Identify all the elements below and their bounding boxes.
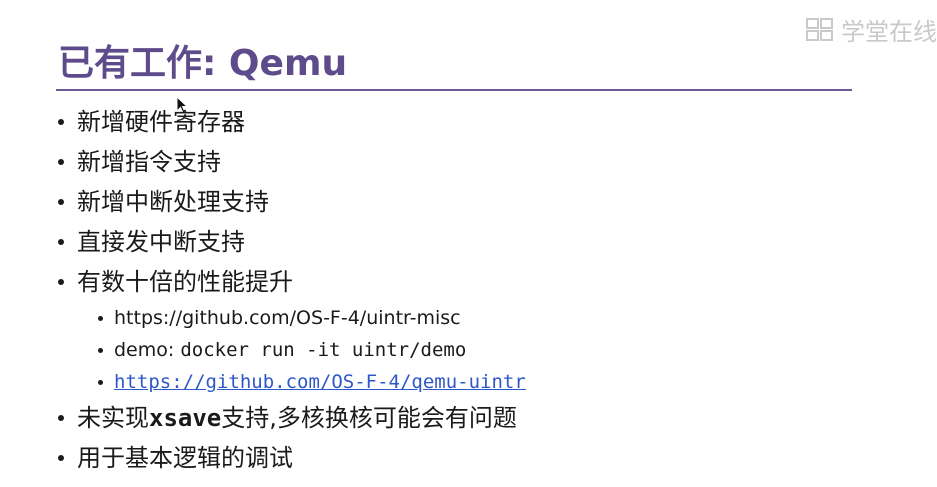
bullet-dot [98, 380, 103, 385]
bullet-list: 新增硬件寄存器 新增指令支持 新增中断处理支持 直接发中断支持 有数十倍的性能提… [56, 102, 526, 478]
bullet-text: 新增硬件寄存器 [77, 108, 245, 136]
bullet-text-part: 支持,多核换核可能会有问题 [221, 404, 517, 432]
bullet-item: 新增指令支持 [56, 142, 526, 182]
bullet-dot [58, 159, 64, 165]
bullet-text: 用于基本逻辑的调试 [77, 444, 293, 472]
bullet-text: 新增指令支持 [77, 148, 221, 176]
watermark: 学堂在线 [805, 12, 937, 47]
bullet-dot [58, 199, 64, 205]
xuetangx-logo-icon [806, 17, 833, 41]
title-underline [56, 89, 852, 91]
bullet-dot [58, 119, 64, 125]
demo-command: docker run -it uintr/demo [180, 339, 467, 361]
slide-title: 已有工作: Qemu [58, 43, 348, 84]
bullet-text: 新增中断处理支持 [77, 188, 269, 216]
sub-bullet-item: https://github.com/OS-F-4/uintr-misc [96, 302, 526, 334]
bullet-dot [98, 348, 103, 353]
bullet-text: 直接发中断支持 [77, 228, 245, 256]
bullet-dot [58, 239, 64, 245]
bullet-item: 新增硬件寄存器 [56, 102, 526, 142]
bullet-item: 未实现xsave支持,多核换核可能会有问题 [56, 398, 526, 438]
bullet-item: 直接发中断支持 [56, 222, 526, 262]
bullet-dot [58, 415, 64, 421]
bullet-dot [58, 279, 64, 285]
qemu-uintr-link[interactable]: https://github.com/OS-F-4/qemu-uintr [114, 371, 526, 393]
sub-bullet-item: demo: docker run -it uintr/demo [96, 334, 526, 366]
bullet-dot [98, 316, 103, 321]
sub-bullet-item: https://github.com/OS-F-4/qemu-uintr [96, 366, 526, 398]
watermark-text: 学堂在线 [841, 18, 937, 46]
bullet-item: 新增中断处理支持 [56, 182, 526, 222]
bullet-text: 有数十倍的性能提升 [77, 268, 293, 296]
xsave-code: xsave [149, 404, 222, 432]
uintr-misc-url: https://github.com/OS-F-4/uintr-misc [114, 307, 461, 329]
demo-label: demo: [114, 339, 181, 361]
bullet-item: 有数十倍的性能提升 [56, 262, 526, 302]
bullet-item: 用于基本逻辑的调试 [56, 438, 526, 478]
bullet-text-part: 未实现 [77, 404, 149, 432]
bullet-dot [58, 455, 64, 461]
